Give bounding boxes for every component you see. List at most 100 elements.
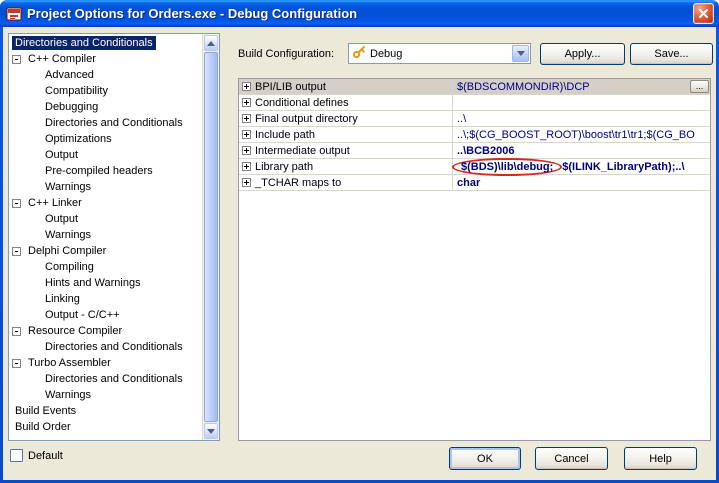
expand-icon[interactable] [242,98,251,107]
tree-item[interactable]: Directories and Conditionals [9,115,202,131]
checkbox-box[interactable] [10,449,23,462]
help-button[interactable]: Help [624,447,697,470]
property-value[interactable]: char [453,175,710,190]
tree-item[interactable]: C++ Compiler [9,51,202,67]
property-value[interactable]: ..\ [453,111,710,126]
property-name: BPI/LIB output [255,81,326,93]
tree-item[interactable]: Directories and Conditionals [9,339,202,355]
property-row[interactable]: BPI/LIB output $(BDSCOMMONDIR)\DCP... [239,79,710,95]
window-title: Project Options for Orders.exe - Debug C… [27,6,688,21]
dialog-body: Directories and Conditionals C++ Compiler… [3,27,716,480]
property-value[interactable]: $(BDS)\lib\debug;$(ILINK_LibraryPath);..… [453,159,710,174]
tree-item[interactable]: Warnings [9,387,202,403]
property-value[interactable] [453,95,710,110]
collapse-icon[interactable] [12,55,21,64]
collapse-icon[interactable] [12,327,21,336]
scrollbar[interactable] [202,34,219,440]
tree-item-label: Directories and Conditionals [12,36,156,50]
collapse-icon[interactable] [12,247,21,256]
property-name: Conditional defines [255,97,349,109]
apply-button[interactable]: Apply... [540,43,625,65]
property-value[interactable]: ..\BCB2006 [453,143,710,158]
property-name: Intermediate output [255,145,350,157]
combo-dropdown-button[interactable] [512,45,529,62]
expand-icon[interactable] [242,130,251,139]
tree-item[interactable]: Delphi Compiler [9,243,202,259]
tree-item[interactable]: Pre-compiled headers [9,163,202,179]
tree-item-label: Pre-compiled headers [42,164,156,178]
tree-item-label: Output - C/C++ [42,308,123,322]
property-name-cell: Library path [239,159,453,174]
tree-item[interactable]: Build Order [9,419,202,435]
expand-icon[interactable] [242,162,251,171]
tree-item[interactable]: Directories and Conditionals [9,371,202,387]
tree-item[interactable]: Directories and Conditionals [9,35,202,51]
tree-item[interactable]: Warnings [9,179,202,195]
property-value[interactable]: ..\;$(CG_BOOST_ROOT)\boost\tr1\tr1;$(CG_… [453,127,710,142]
tree-item[interactable]: Hints and Warnings [9,275,202,291]
property-name: Final output directory [255,113,358,125]
property-name-cell: _TCHAR maps to [239,175,453,190]
tree-item[interactable]: Warnings [9,227,202,243]
title-bar: Project Options for Orders.exe - Debug C… [0,0,719,27]
tree-item-label: Build Events [12,404,79,418]
scroll-track[interactable] [204,52,218,422]
save-button[interactable]: Save... [630,43,713,65]
property-value[interactable]: $(BDSCOMMONDIR)\DCP [453,79,710,94]
tree-item-label: Turbo Assembler [25,356,114,370]
ok-button[interactable]: OK [449,447,521,470]
tree-item-label: Directories and Conditionals [42,116,186,130]
expand-icon[interactable] [242,146,251,155]
close-button[interactable] [693,3,714,24]
app-icon [6,6,22,22]
tree-item-label: Optimizations [42,132,115,146]
cancel-button[interactable]: Cancel [535,447,608,470]
project-options-dialog: Project Options for Orders.exe - Debug C… [0,0,719,483]
tree-item[interactable]: C++ Linker [9,195,202,211]
property-name: Library path [255,161,313,173]
tree-item[interactable]: Output [9,211,202,227]
tree-item-label: Warnings [42,228,94,242]
property-row[interactable]: _TCHAR maps tochar [239,175,710,191]
scroll-down-button[interactable] [204,423,218,439]
tree-item-label: Warnings [42,180,94,194]
tree-item[interactable]: Build Events [9,403,202,419]
tree-item[interactable]: Output [9,147,202,163]
scroll-up-button[interactable] [204,35,218,51]
property-name-cell: BPI/LIB output [239,79,453,94]
tree-item-label: C++ Compiler [25,52,99,66]
property-row[interactable]: Conditional defines [239,95,710,111]
tree-item-label: Warnings [42,388,94,402]
build-configuration-select[interactable]: Debug [348,43,531,64]
tree-item-label: Output [42,148,81,162]
tree-item[interactable]: Linking [9,291,202,307]
tree-item-label: Hints and Warnings [42,276,144,290]
expand-icon[interactable] [242,178,251,187]
expand-icon[interactable] [242,114,251,123]
arrow-down-icon [207,429,215,434]
browse-button[interactable]: ... [690,80,709,93]
property-row[interactable]: Intermediate output ..\BCB2006 [239,143,710,159]
tree-item[interactable]: Turbo Assembler [9,355,202,371]
tree-item-label: Debugging [42,100,101,114]
tree-item[interactable]: Resource Compiler [9,323,202,339]
property-name: Include path [255,129,315,141]
property-name-cell: Conditional defines [239,95,453,110]
collapse-icon[interactable] [12,359,21,368]
tree-item[interactable]: Debugging [9,99,202,115]
tree-item[interactable]: Output - C/C++ [9,307,202,323]
property-row[interactable]: Final output directory ..\ [239,111,710,127]
arrow-up-icon [207,41,215,46]
scroll-thumb[interactable] [204,52,218,422]
collapse-icon[interactable] [12,199,21,208]
tree-item-label: Delphi Compiler [25,244,109,258]
tree-item[interactable]: Advanced [9,67,202,83]
property-row[interactable]: Include path ..\;$(CG_BOOST_ROOT)\boost\t… [239,127,710,143]
default-checkbox[interactable]: Default [10,449,63,462]
expand-icon[interactable] [242,82,251,91]
tree-item[interactable]: Compiling [9,259,202,275]
tree-item[interactable]: Optimizations [9,131,202,147]
property-row[interactable]: Library path $(BDS)\lib\debug;$(ILINK_Lib… [239,159,710,175]
tree-item[interactable]: Compatibility [9,83,202,99]
close-icon [698,8,709,19]
